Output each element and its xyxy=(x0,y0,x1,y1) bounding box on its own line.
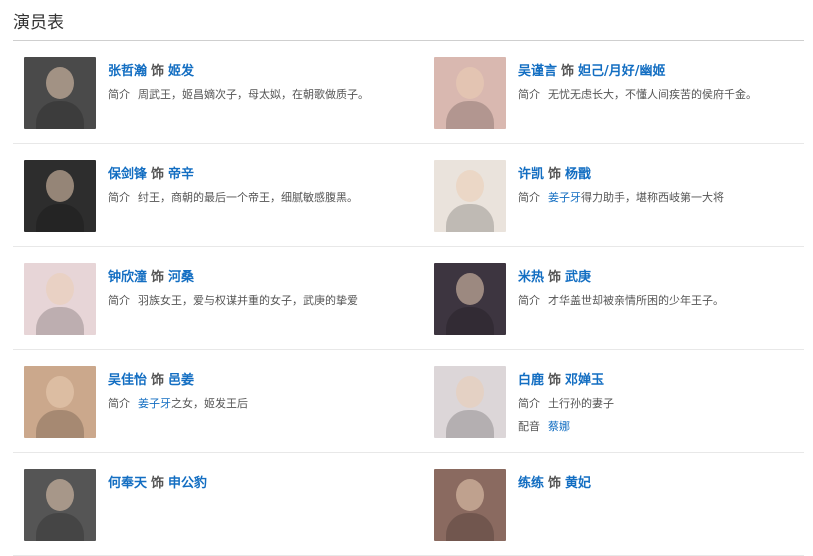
cast-row: 保剑锋饰帝辛 简介 纣王，商朝的最后一个帝王，细腻敏感腹黑。 许凯饰杨戬 简介 姜子… xyxy=(13,144,804,247)
role-name-link[interactable]: 邑姜 xyxy=(168,373,194,388)
desc-label: 简介 xyxy=(518,397,540,410)
cast-name-line: 许凯饰杨戬 xyxy=(518,163,591,182)
desc-character-link[interactable]: 姜子牙 xyxy=(138,397,171,410)
cast-entry: 练练饰黄妃 xyxy=(423,453,813,555)
actor-photo[interactable] xyxy=(434,469,506,541)
cast-entry: 米热饰武庚 简介 才华盖世却被亲情所困的少年王子。 xyxy=(423,247,813,349)
desc-label: 简介 xyxy=(518,88,540,101)
role-description: 简介 土行孙的妻子 xyxy=(518,395,614,411)
actor-name-link[interactable]: 何奉天 xyxy=(108,476,147,491)
dubbing-line: 配音 蔡娜 xyxy=(518,418,570,434)
desc-label: 简介 xyxy=(518,294,540,307)
as-connector: 饰 xyxy=(548,373,562,388)
actor-photo[interactable] xyxy=(434,263,506,335)
actor-name-link[interactable]: 白鹿 xyxy=(518,373,544,388)
desc-text: 无忧无虑长大，不懂人间疾苦的侯府千金。 xyxy=(548,88,757,101)
as-connector: 饰 xyxy=(548,167,562,182)
dub-actor-link[interactable]: 蔡娜 xyxy=(548,420,570,433)
actor-photo[interactable] xyxy=(434,366,506,438)
actor-name-link[interactable]: 保剑锋 xyxy=(108,167,147,182)
cast-entry: 许凯饰杨戬 简介 姜子牙得力助手，堪称西岐第一大将 xyxy=(423,144,813,246)
role-description: 简介 周武王，姬昌嫡次子，母太姒，在朝歌做质子。 xyxy=(108,86,369,102)
cast-name-line: 吴谨言饰妲己/月好/幽姬 xyxy=(518,60,666,79)
actor-name-link[interactable]: 钟欣潼 xyxy=(108,270,147,285)
role-name-link[interactable]: 河桑 xyxy=(168,270,194,285)
desc-label: 简介 xyxy=(518,191,540,204)
desc-label: 简介 xyxy=(108,88,130,101)
cast-name-line: 吴佳怡饰邑姜 xyxy=(108,369,194,388)
as-connector: 饰 xyxy=(151,270,165,285)
as-connector: 饰 xyxy=(151,64,165,79)
actor-photo[interactable] xyxy=(24,469,96,541)
as-connector: 饰 xyxy=(151,167,165,182)
desc-text: 土行孙的妻子 xyxy=(548,397,614,410)
cast-entry: 张哲瀚饰姬发 简介 周武王，姬昌嫡次子，母太姒，在朝歌做质子。 xyxy=(13,41,408,143)
cast-entry: 何奉天饰申公豹 xyxy=(13,453,408,555)
desc-text: 之女，姬发王后 xyxy=(171,397,248,410)
cast-name-line: 保剑锋饰帝辛 xyxy=(108,163,194,182)
role-description: 简介 羽族女王，爱与权谋并重的女子，武庚的挚爱 xyxy=(108,292,358,308)
role-name-link[interactable]: 姬发 xyxy=(168,64,194,79)
role-name-link[interactable]: 黄妃 xyxy=(565,476,591,491)
as-connector: 饰 xyxy=(151,373,165,388)
role-name-link[interactable]: 妲己/月好/幽姬 xyxy=(578,64,666,79)
role-name-link[interactable]: 申公豹 xyxy=(168,476,207,491)
role-name-link[interactable]: 武庚 xyxy=(565,270,591,285)
desc-character-link[interactable]: 姜子牙 xyxy=(548,191,581,204)
cast-name-line: 钟欣潼饰河桑 xyxy=(108,266,194,285)
cast-entry: 吴佳怡饰邑姜 简介 姜子牙之女，姬发王后 xyxy=(13,350,408,452)
actor-photo[interactable] xyxy=(24,57,96,129)
cast-name-line: 米热饰武庚 xyxy=(518,266,591,285)
desc-text: 才华盖世却被亲情所困的少年王子。 xyxy=(548,294,724,307)
cast-name-line: 张哲瀚饰姬发 xyxy=(108,60,194,79)
cast-name-line: 白鹿饰邓婵玉 xyxy=(518,369,604,388)
as-connector: 饰 xyxy=(548,476,562,491)
role-name-link[interactable]: 帝辛 xyxy=(168,167,194,182)
desc-label: 简介 xyxy=(108,294,130,307)
desc-text: 纣王，商朝的最后一个帝王，细腻敏感腹黑。 xyxy=(138,191,358,204)
cast-name-line: 何奉天饰申公豹 xyxy=(108,472,207,491)
actor-name-link[interactable]: 吴佳怡 xyxy=(108,373,147,388)
cast-entry: 钟欣潼饰河桑 简介 羽族女王，爱与权谋并重的女子，武庚的挚爱 xyxy=(13,247,408,349)
as-connector: 饰 xyxy=(151,476,165,491)
role-name-link[interactable]: 邓婵玉 xyxy=(565,373,604,388)
as-connector: 饰 xyxy=(561,64,575,79)
desc-text: 得力助手，堪称西岐第一大将 xyxy=(581,191,724,204)
desc-label: 简介 xyxy=(108,191,130,204)
actor-photo[interactable] xyxy=(434,160,506,232)
actor-name-link[interactable]: 吴谨言 xyxy=(518,64,557,79)
role-description: 简介 姜子牙得力助手，堪称西岐第一大将 xyxy=(518,189,724,205)
cast-entry: 吴谨言饰妲己/月好/幽姬 简介 无忧无虑长大，不懂人间疾苦的侯府千金。 xyxy=(423,41,813,143)
role-description: 简介 无忧无虑长大，不懂人间疾苦的侯府千金。 xyxy=(518,86,757,102)
actor-photo[interactable] xyxy=(434,57,506,129)
as-connector: 饰 xyxy=(548,270,562,285)
desc-text: 周武王，姬昌嫡次子，母太姒，在朝歌做质子。 xyxy=(138,88,369,101)
role-description: 简介 才华盖世却被亲情所困的少年王子。 xyxy=(518,292,724,308)
cast-grid: 张哲瀚饰姬发 简介 周武王，姬昌嫡次子，母太姒，在朝歌做质子。 吴谨言饰妲己/月好… xyxy=(13,41,804,556)
cast-row: 张哲瀚饰姬发 简介 周武王，姬昌嫡次子，母太姒，在朝歌做质子。 吴谨言饰妲己/月好… xyxy=(13,41,804,144)
cast-row: 吴佳怡饰邑姜 简介 姜子牙之女，姬发王后 白鹿饰邓婵玉 简介 土行孙的妻子 配音 蔡娜 xyxy=(13,350,804,453)
dub-label: 配音 xyxy=(518,420,540,433)
cast-entry: 保剑锋饰帝辛 简介 纣王，商朝的最后一个帝王，细腻敏感腹黑。 xyxy=(13,144,408,246)
actor-photo[interactable] xyxy=(24,160,96,232)
actor-name-link[interactable]: 张哲瀚 xyxy=(108,64,147,79)
actor-name-link[interactable]: 练练 xyxy=(518,476,544,491)
cast-row: 钟欣潼饰河桑 简介 羽族女王，爱与权谋并重的女子，武庚的挚爱 米热饰武庚 简介 才华… xyxy=(13,247,804,350)
actor-name-link[interactable]: 许凯 xyxy=(518,167,544,182)
cast-name-line: 练练饰黄妃 xyxy=(518,472,591,491)
actor-photo[interactable] xyxy=(24,366,96,438)
desc-label: 简介 xyxy=(108,397,130,410)
cast-entry: 白鹿饰邓婵玉 简介 土行孙的妻子 配音 蔡娜 xyxy=(423,350,813,452)
actor-name-link[interactable]: 米热 xyxy=(518,270,544,285)
actor-photo[interactable] xyxy=(24,263,96,335)
desc-text: 羽族女王，爱与权谋并重的女子，武庚的挚爱 xyxy=(138,294,358,307)
role-description: 简介 姜子牙之女，姬发王后 xyxy=(108,395,248,411)
role-description: 简介 纣王，商朝的最后一个帝王，细腻敏感腹黑。 xyxy=(108,189,358,205)
cast-row: 何奉天饰申公豹 练练饰黄妃 xyxy=(13,453,804,556)
role-name-link[interactable]: 杨戬 xyxy=(565,167,591,182)
section-title: 演员表 xyxy=(13,13,64,33)
